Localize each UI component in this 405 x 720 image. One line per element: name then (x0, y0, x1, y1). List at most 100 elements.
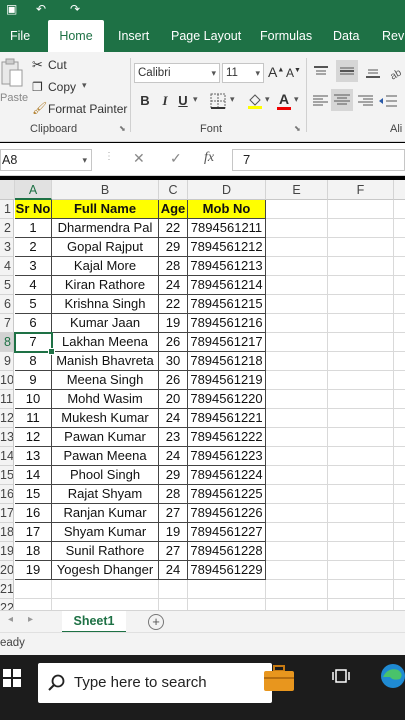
more-options-icon[interactable]: ⋮ (104, 151, 114, 162)
decrease-indent-icon[interactable] (378, 94, 398, 108)
cell-full-name[interactable]: Krishna Singh (52, 295, 159, 314)
row-header-11[interactable]: 11 (0, 390, 14, 409)
empty-cell[interactable] (394, 352, 405, 371)
empty-cell[interactable] (328, 504, 394, 523)
empty-cell[interactable] (266, 580, 328, 599)
worksheet-grid[interactable]: ABCDEF 1 2 3 4 5 6 7 8 9 10 11 12 13 14 15 16 17 18 19 20 21… (0, 180, 405, 610)
empty-cell[interactable] (266, 485, 328, 504)
row-header-13[interactable]: 13 (0, 428, 14, 447)
empty-cell[interactable] (394, 295, 405, 314)
empty-cell[interactable] (266, 390, 328, 409)
empty-cell[interactable] (394, 428, 405, 447)
cell-full-name[interactable]: Ranjan Kumar (52, 504, 159, 523)
row-header-17[interactable]: 17 (0, 504, 14, 523)
empty-cell[interactable] (328, 390, 394, 409)
empty-cell[interactable] (266, 466, 328, 485)
empty-cell[interactable] (266, 504, 328, 523)
empty-cell[interactable] (15, 599, 52, 610)
cell-sr-no[interactable]: 18 (15, 542, 52, 561)
align-right-icon[interactable] (356, 94, 374, 108)
chevron-down-icon[interactable]: ▾ (193, 94, 198, 105)
chevron-down-icon[interactable]: ▾ (82, 80, 87, 91)
cell-full-name[interactable]: Sunil Rathore (52, 542, 159, 561)
align-bottom-icon[interactable] (364, 64, 382, 80)
empty-cell[interactable] (394, 371, 405, 390)
empty-cell[interactable] (328, 599, 394, 610)
empty-cell[interactable] (394, 219, 405, 238)
cell-age[interactable]: 27 (159, 504, 188, 523)
empty-cell[interactable] (328, 352, 394, 371)
tab-insert[interactable]: Insert (110, 20, 157, 52)
empty-cell[interactable] (159, 580, 188, 599)
row-header-20[interactable]: 20 (0, 561, 14, 580)
cell-sr-no[interactable]: 10 (15, 390, 52, 409)
cell-mob-no[interactable]: 7894561224 (188, 466, 266, 485)
cell-full-name[interactable]: Mukesh Kumar (52, 409, 159, 428)
empty-cell[interactable] (328, 466, 394, 485)
font-color-icon[interactable]: A (276, 91, 292, 111)
cell-full-name[interactable]: Phool Singh (52, 466, 159, 485)
column-header-d[interactable]: D (188, 180, 266, 200)
cell-full-name[interactable]: Gopal Rajput (52, 238, 159, 257)
empty-cell[interactable] (394, 200, 405, 219)
edge-icon[interactable] (380, 663, 405, 689)
sheet-tab-sheet1[interactable]: Sheet1 (62, 611, 126, 633)
row-header-21[interactable]: 21 (0, 580, 14, 599)
cell-full-name[interactable]: Manish Bhavreta (52, 352, 159, 371)
empty-cell[interactable] (188, 599, 266, 610)
format-painter-button[interactable]: Format Painter (48, 102, 127, 116)
empty-cell[interactable] (266, 333, 328, 352)
cell-age[interactable]: 29 (159, 466, 188, 485)
cell-mob-no[interactable]: 7894561219 (188, 371, 266, 390)
cell-full-name[interactable]: Yogesh Dhanger (52, 561, 159, 580)
empty-cell[interactable] (328, 561, 394, 580)
name-box[interactable]: A8 ▾ (0, 149, 92, 171)
cell-sr-no[interactable]: 1 (15, 219, 52, 238)
redo-icon[interactable]: ↷ (70, 2, 80, 16)
empty-cell[interactable] (394, 276, 405, 295)
add-sheet-icon[interactable]: + (148, 614, 164, 630)
cell-sr-no[interactable]: 14 (15, 466, 52, 485)
underline-button[interactable]: U (175, 92, 191, 110)
taskbar-search-box[interactable]: Type here to search (38, 663, 272, 703)
chevron-right-icon[interactable]: ▸ (28, 614, 33, 625)
empty-cell[interactable] (394, 485, 405, 504)
empty-cell[interactable] (394, 257, 405, 276)
cell-full-name[interactable]: Dharmendra Pal (52, 219, 159, 238)
tab-file[interactable]: File (2, 20, 38, 52)
empty-cell[interactable] (394, 599, 405, 610)
empty-cell[interactable] (266, 523, 328, 542)
empty-cell[interactable] (52, 599, 159, 610)
cell-age[interactable]: 26 (159, 333, 188, 352)
empty-cell[interactable] (266, 219, 328, 238)
cell-full-name[interactable]: Shyam Kumar (52, 523, 159, 542)
cell-sr-no[interactable]: 6 (15, 314, 52, 333)
row-header-14[interactable]: 14 (0, 447, 14, 466)
chevron-down-icon[interactable]: ▾ (294, 94, 299, 105)
empty-cell[interactable] (328, 238, 394, 257)
cell-age[interactable]: 19 (159, 314, 188, 333)
empty-cell[interactable] (159, 599, 188, 610)
cell-age[interactable]: 24 (159, 447, 188, 466)
briefcase-icon[interactable] (262, 663, 296, 693)
cell-full-name[interactable]: Pawan Meena (52, 447, 159, 466)
empty-cell[interactable] (394, 580, 405, 599)
empty-cell[interactable] (394, 466, 405, 485)
cell-full-name[interactable]: Lakhan Meena (52, 333, 159, 352)
cell-age[interactable]: 20 (159, 390, 188, 409)
cell-sr-no[interactable]: 13 (15, 447, 52, 466)
font-size-select[interactable]: 11 ▾ (222, 63, 264, 83)
empty-cell[interactable] (328, 371, 394, 390)
row-header-15[interactable]: 15 (0, 466, 14, 485)
row-header-12[interactable]: 12 (0, 409, 14, 428)
cell-full-name[interactable]: Kajal More (52, 257, 159, 276)
undo-icon[interactable]: ↶ (36, 2, 46, 16)
formula-input[interactable]: 7 (232, 149, 405, 171)
empty-cell[interactable] (328, 276, 394, 295)
windows-icon[interactable] (3, 669, 21, 687)
paintbrush-icon[interactable]: 🖌 (32, 101, 47, 115)
cell-mob-no[interactable]: 7894561218 (188, 352, 266, 371)
empty-cell[interactable] (394, 447, 405, 466)
header-cell-age[interactable]: Age (159, 200, 188, 219)
orientation-icon[interactable]: ab (388, 64, 404, 82)
